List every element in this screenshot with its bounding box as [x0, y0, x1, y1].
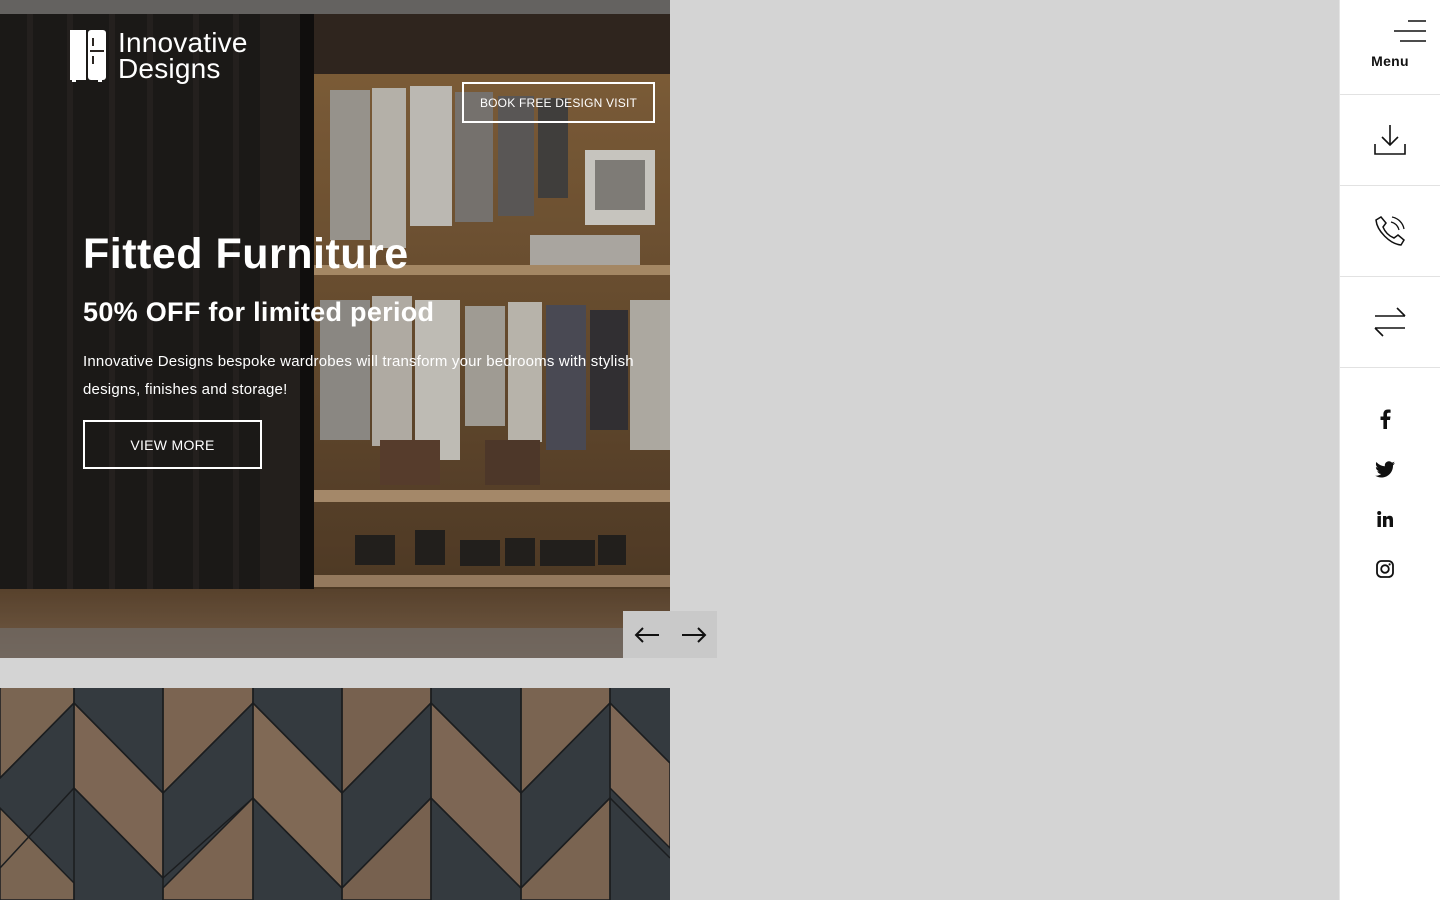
- menu-button[interactable]: Menu: [1340, 0, 1440, 95]
- logo-line-2: Designs: [118, 53, 221, 84]
- instagram-icon: [1376, 560, 1394, 578]
- linkedin-link[interactable]: [1340, 494, 1440, 544]
- slider-navigation: [623, 611, 717, 658]
- download-icon: [1374, 125, 1406, 155]
- twitter-icon: [1375, 460, 1395, 477]
- call-button[interactable]: [1340, 186, 1440, 277]
- hero-title: Fitted Furniture: [83, 230, 409, 278]
- slider-prev-button[interactable]: [623, 611, 670, 658]
- social-links: [1340, 368, 1440, 594]
- menu-label: Menu: [1371, 53, 1409, 69]
- facebook-icon: [1380, 409, 1391, 429]
- facebook-link[interactable]: [1340, 394, 1440, 444]
- right-sidebar: Menu: [1339, 0, 1440, 900]
- slider-next-button[interactable]: [670, 611, 717, 658]
- hamburger-menu-icon: [1394, 20, 1426, 42]
- book-free-design-visit-button[interactable]: BOOK FREE DESIGN VISIT: [462, 82, 655, 123]
- wardrobe-logo-icon: [70, 30, 106, 82]
- download-button[interactable]: [1340, 95, 1440, 186]
- view-more-button[interactable]: VIEW MORE: [83, 420, 262, 469]
- compare-button[interactable]: [1340, 277, 1440, 368]
- logo[interactable]: Innovative Designs: [70, 29, 248, 84]
- hero-description: Innovative Designs bespoke wardrobes wil…: [83, 353, 634, 398]
- twitter-link[interactable]: [1340, 444, 1440, 494]
- arrow-left-icon: [634, 626, 659, 643]
- arrow-right-icon: [681, 626, 706, 643]
- chevron-wood-pattern-image: [0, 688, 670, 900]
- instagram-link[interactable]: [1340, 544, 1440, 594]
- linkedin-icon: [1377, 511, 1393, 527]
- hero-slide: Innovative Designs BOOK FREE DESIGN VISI…: [0, 0, 670, 658]
- compare-arrows-icon: [1374, 307, 1406, 337]
- logo-text: Innovative Designs: [118, 29, 248, 84]
- hero-subtitle: 50% OFF for limited period: [83, 297, 435, 327]
- phone-icon: [1375, 216, 1405, 246]
